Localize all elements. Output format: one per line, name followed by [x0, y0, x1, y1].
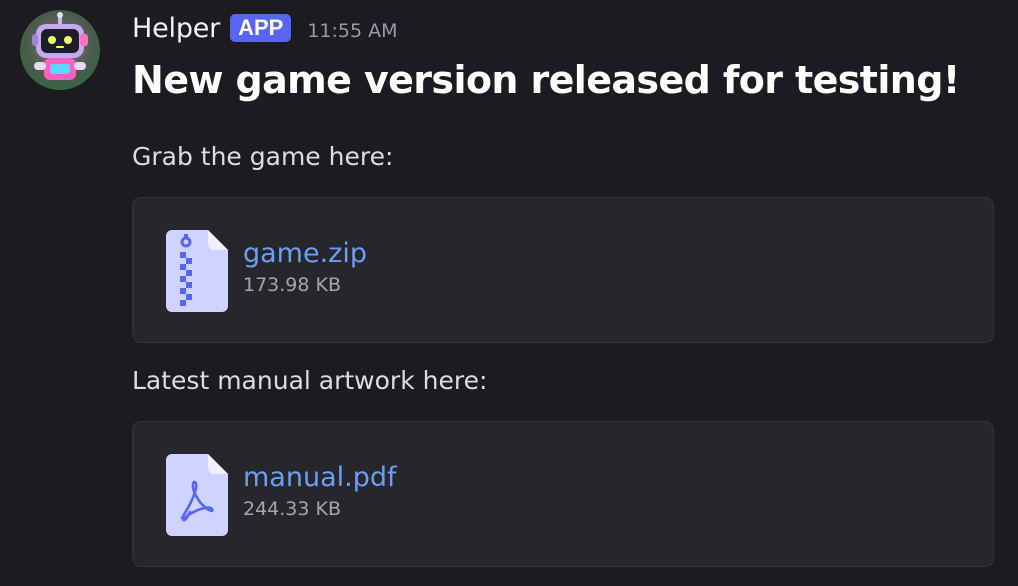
author-name[interactable]: Helper [132, 13, 220, 44]
robot-avatar-icon [20, 10, 100, 90]
message-text: Grab the game here: [132, 142, 394, 171]
file-attachment[interactable]: manual.pdf 244.33 KB [132, 421, 994, 567]
message-header: Helper APP 11:55 AM [132, 10, 398, 46]
zip-file-icon [166, 230, 228, 312]
file-name-link[interactable]: manual.pdf [243, 462, 396, 493]
file-size: 244.33 KB [243, 498, 342, 520]
file-name-link[interactable]: game.zip [243, 238, 367, 269]
message-text: Latest manual artwork here: [132, 366, 488, 395]
file-size: 173.98 KB [243, 274, 342, 296]
app-badge: APP [230, 14, 292, 42]
avatar[interactable] [20, 10, 100, 90]
file-attachment[interactable]: game.zip 173.98 KB [132, 197, 994, 343]
pdf-file-icon [166, 454, 228, 536]
timestamp[interactable]: 11:55 AM [307, 20, 397, 42]
message-title: New game version released for testing! [132, 58, 960, 102]
chat-message: Helper APP 11:55 AM New game version rel… [0, 0, 1018, 586]
